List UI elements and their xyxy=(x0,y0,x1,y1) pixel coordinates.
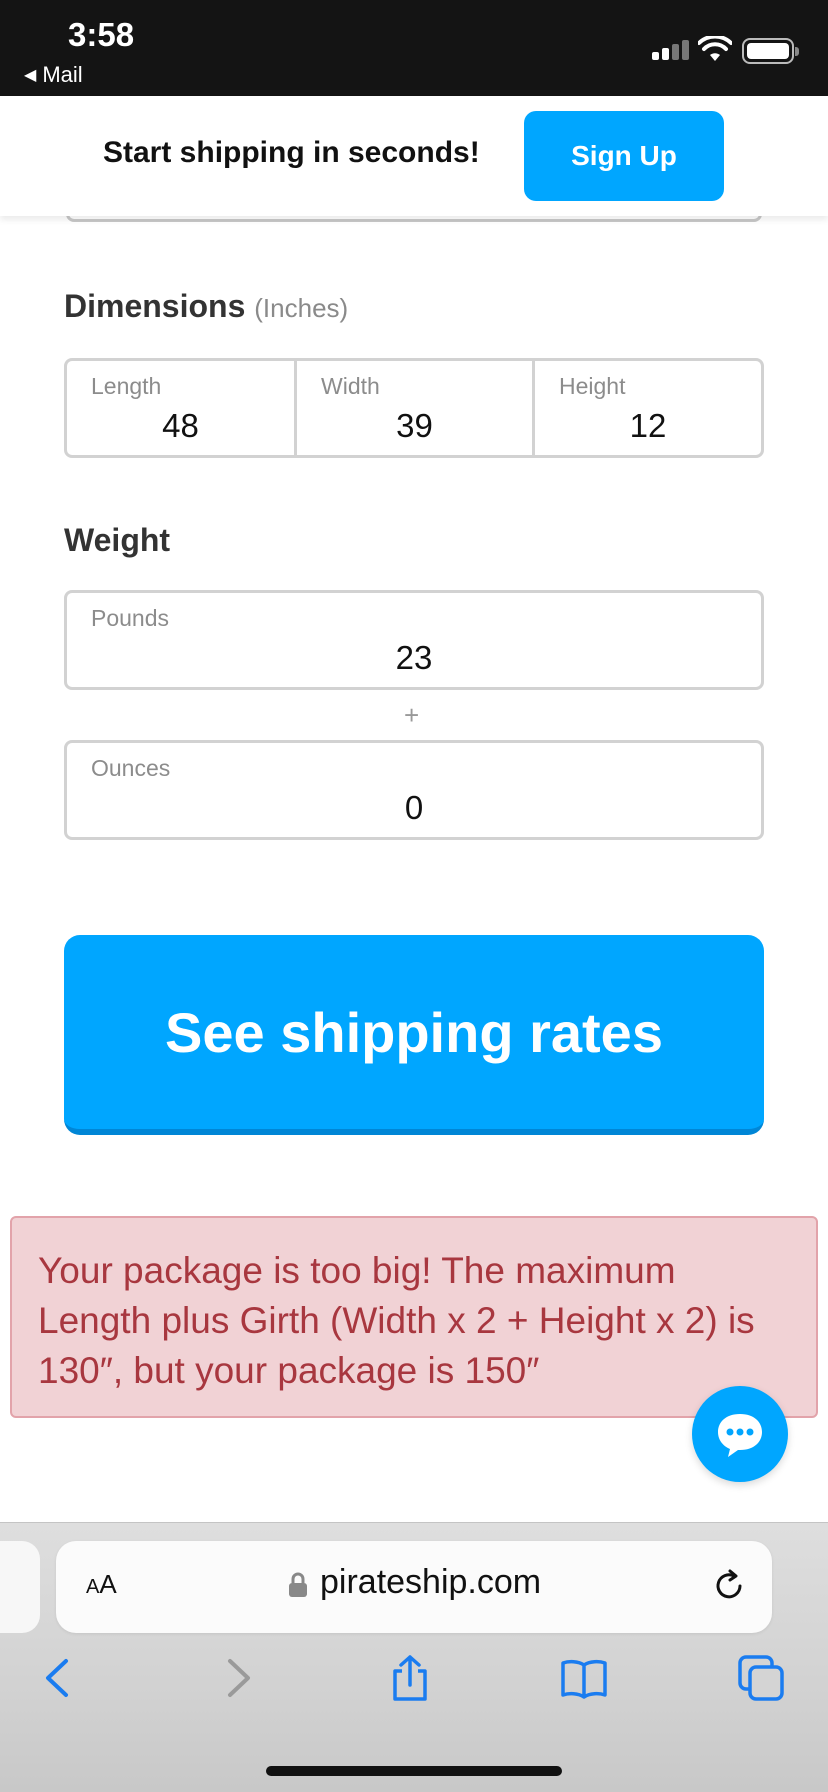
length-field[interactable]: Length 48 xyxy=(67,361,297,455)
height-field[interactable]: Height 12 xyxy=(535,361,761,455)
see-shipping-rates-button[interactable]: See shipping rates xyxy=(64,935,764,1135)
width-value[interactable]: 39 xyxy=(297,407,532,445)
chevron-left-icon[interactable] xyxy=(34,1653,84,1703)
url-text[interactable]: pirateship.com xyxy=(320,1563,541,1602)
back-to-app-link[interactable]: ◀ Mail xyxy=(24,62,83,88)
chevron-right-icon[interactable] xyxy=(212,1653,262,1703)
ounces-field[interactable]: Ounces 0 xyxy=(64,740,764,840)
home-indicator xyxy=(266,1766,562,1776)
height-value[interactable]: 12 xyxy=(535,407,761,445)
ounces-value[interactable]: 0 xyxy=(67,789,761,827)
share-icon[interactable] xyxy=(385,1653,435,1703)
length-label: Length xyxy=(91,373,162,399)
back-app-label: Mail xyxy=(42,62,83,87)
plus-sign: + xyxy=(404,700,420,730)
chat-icon xyxy=(718,1414,762,1457)
browser-toolbar: AA pirateship.com xyxy=(0,1522,828,1792)
lock-icon xyxy=(289,1572,307,1597)
dimensions-title: Dimensions xyxy=(64,288,246,324)
wifi-icon xyxy=(698,36,732,61)
dimensions-unit: (Inches) xyxy=(254,293,349,323)
signup-banner: Start shipping in seconds! Sign Up xyxy=(0,96,828,216)
address-bar[interactable]: AA pirateship.com xyxy=(56,1541,772,1633)
ounces-label: Ounces xyxy=(91,755,171,781)
width-field[interactable]: Width 39 xyxy=(297,361,535,455)
weight-heading: Weight xyxy=(64,522,171,558)
status-bar: 3:58 ◀ Mail xyxy=(0,0,828,96)
bookmarks-icon[interactable] xyxy=(559,1653,609,1703)
pounds-field[interactable]: Pounds 23 xyxy=(64,590,764,690)
length-value[interactable]: 48 xyxy=(67,407,294,445)
previous-tab-stub[interactable] xyxy=(0,1541,40,1633)
battery-icon xyxy=(742,38,799,64)
text-size-small-a: A xyxy=(86,1576,100,1598)
back-triangle-icon: ◀ xyxy=(24,67,37,84)
status-time: 3:58 xyxy=(68,16,135,53)
width-label: Width xyxy=(321,373,380,399)
sign-up-button[interactable]: Sign Up xyxy=(524,111,724,201)
cellular-signal-icon xyxy=(652,40,690,60)
height-label: Height xyxy=(559,373,626,399)
dimensions-heading: Dimensions (Inches) xyxy=(64,288,348,325)
text-size-big-a: A xyxy=(99,1569,117,1599)
pounds-label: Pounds xyxy=(91,605,170,631)
text-size-button[interactable]: AA xyxy=(86,1569,117,1600)
reload-icon[interactable] xyxy=(710,1567,748,1605)
pounds-value[interactable]: 23 xyxy=(67,639,761,677)
chat-button[interactable] xyxy=(692,1386,788,1482)
dimensions-input-group: Length 48 Width 39 Height 12 xyxy=(64,358,764,458)
banner-tagline: Start shipping in seconds! xyxy=(103,136,480,169)
tabs-icon[interactable] xyxy=(736,1653,786,1703)
